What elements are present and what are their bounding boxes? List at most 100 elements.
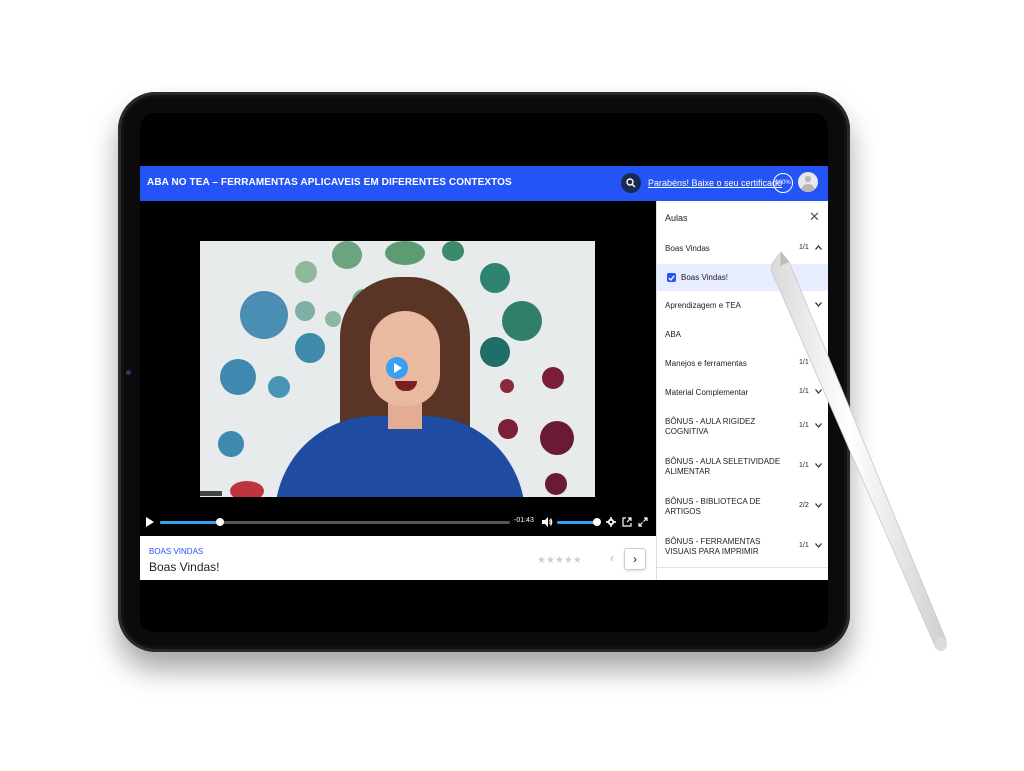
wall-dot [545,473,567,495]
lesson-info: BOAS VINDAS Boas Vindas! ★★★★★ ‹ › [140,536,656,580]
module-count: 1/1 [799,422,809,429]
module-name: Boas Vindas [665,244,710,253]
player-controls: -01:43 [140,511,656,533]
module-aba[interactable]: ABA 3/ [657,320,828,350]
avatar[interactable] [798,172,818,192]
wall-dot [295,333,325,363]
lesson-title: Boas Vindas! [149,560,220,574]
tablet-camera [126,370,131,375]
settings-button[interactable] [605,516,617,528]
wall-dot [295,261,317,283]
search-icon [626,178,636,188]
module-name: Material Complementar [665,388,749,397]
wall-dot [295,301,315,321]
next-lesson-button[interactable]: › [624,548,646,570]
play-icon [146,517,154,527]
module-count: 1/1 [799,388,809,395]
video-player[interactable]: -01:43 [140,201,656,536]
popout-button[interactable] [621,516,633,528]
external-link-icon [622,517,632,527]
module-aprendizagem-tea[interactable]: Aprendizagem e TEA [657,291,828,321]
wall-dot [240,291,288,339]
module-name: Manejos e ferramentas [665,359,747,368]
module-name: BÔNUS - FERRAMENTAS VISUAIS PARA IMPRIMI… [665,537,761,556]
checkbox-checked-icon[interactable] [667,273,676,282]
wall-dot [230,481,264,497]
chevron-down-icon [815,421,822,430]
volume-icon [541,517,552,527]
course-title: ABA NO TEA – FERRAMENTAS APLICAVEIS EM D… [147,177,512,188]
wall-dot [332,241,362,269]
module-name: BÔNUS - BIBLIOTECA DE ARTIGOS [665,497,761,516]
chevron-down-icon [815,541,822,550]
module-name: BÔNUS - AULA SELETIVIDADE ALIMENTAR [665,457,781,476]
module-bonus-rigidez[interactable]: BÔNUS - AULA RIGIDEZ COGNITIVA 1/1 [657,407,828,448]
module-count: 2/2 [799,502,809,509]
remaining-time: -01:43 [514,517,534,524]
play-button[interactable] [144,516,156,528]
module-material-complementar[interactable]: Material Complementar 1/1 [657,378,828,408]
wall-dot [480,263,510,293]
module-manejos-ferramentas[interactable]: Manejos e ferramentas 1/1 [657,349,828,379]
module-count: 1/1 [799,462,809,469]
lesson-item-label: Boas Vindas! [681,273,728,282]
chevron-up-icon [815,243,822,252]
avatar-body-icon [801,184,815,192]
top-bar: ABA NO TEA – FERRAMENTAS APLICAVEIS EM D… [140,166,828,201]
volume-button[interactable] [541,516,553,528]
wall-dot [500,379,514,393]
module-count: 1/1 [799,542,809,549]
lesson-item-boas-vindas[interactable]: Boas Vindas! [657,264,828,292]
presenter-face [370,311,440,406]
gear-icon [606,517,616,527]
tablet-screen: ABA NO TEA – FERRAMENTAS APLICAVEIS EM D… [140,113,828,632]
module-boas-vindas[interactable]: Boas Vindas 1/1 [657,233,828,265]
wall-dot [542,367,564,389]
progress-badge: 100% [773,173,793,193]
seek-handle[interactable] [215,518,224,526]
rating-stars[interactable]: ★★★★★ [537,555,582,566]
module-name: BÔNUS - AULA RIGIDEZ COGNITIVA [665,417,756,436]
sidebar-header: Aulas ✕ [657,201,828,234]
video-watermark [200,491,222,496]
seek-progress [160,521,220,524]
module-count: 3/ [799,330,805,337]
lesson-module-label: BOAS VINDAS [149,547,204,556]
play-icon [394,363,402,373]
volume-level [557,521,597,524]
lessons-sidebar: Aulas ✕ Boas Vindas 1/1 Boas Vindas! Apr… [656,201,828,580]
certificate-link[interactable]: Parabéns! Baixe o seu certificado [648,178,782,188]
module-bonus-seletividade[interactable]: BÔNUS - AULA SELETIVIDADE ALIMENTAR 1/1 [657,447,828,488]
volume-slider[interactable] [557,518,601,526]
wall-dot [220,359,256,395]
previous-lesson-button[interactable]: ‹ [603,548,621,568]
search-button[interactable] [621,173,641,193]
fullscreen-button[interactable] [637,516,649,528]
module-bonus-biblioteca[interactable]: BÔNUS - BIBLIOTECA DE ARTIGOS 2/2 [657,487,828,528]
wall-dot [442,241,464,261]
fullscreen-icon [638,517,648,527]
wall-dot [540,421,574,455]
wall-dot [480,337,510,367]
play-overlay-button[interactable] [386,357,408,379]
wall-dot [498,419,518,439]
sidebar-title: Aulas [665,213,688,223]
chevron-down-icon [815,501,822,510]
wall-dot [502,301,542,341]
seek-bar[interactable] [160,518,510,526]
volume-handle[interactable] [593,518,601,526]
chevron-down-icon [815,300,822,309]
module-bonus-ferramentas-visuais[interactable]: BÔNUS - FERRAMENTAS VISUAIS PARA IMPRIMI… [657,527,828,568]
module-count: 1/1 [799,359,809,366]
module-count: 1/1 [799,244,809,251]
close-sidebar-button[interactable]: ✕ [809,209,820,225]
chevron-down-icon [815,461,822,470]
module-name: Aprendizagem e TEA [665,301,741,310]
wall-dot [268,376,290,398]
wall-dot [325,311,341,327]
module-name: ABA [665,330,682,339]
video-frame[interactable] [200,241,595,497]
course-app: ABA NO TEA – FERRAMENTAS APLICAVEIS EM D… [140,166,828,580]
wall-dot [218,431,244,457]
avatar-head-icon [805,176,811,182]
